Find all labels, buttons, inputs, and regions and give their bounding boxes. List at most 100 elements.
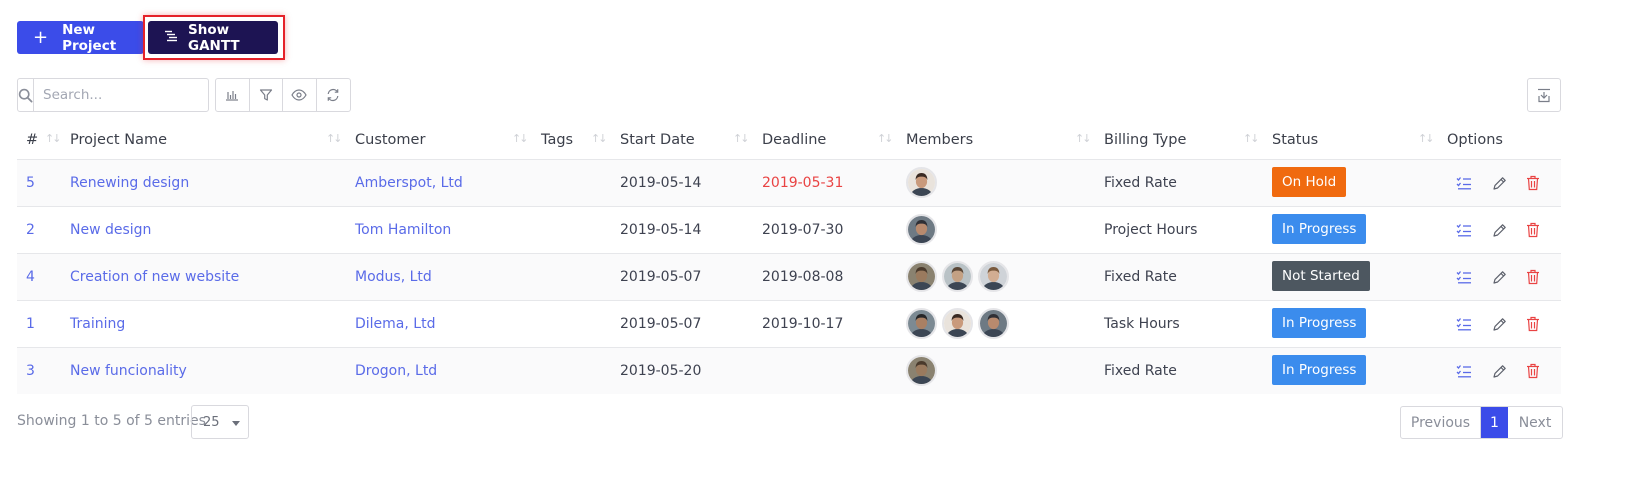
- row-divider: [17, 300, 1561, 301]
- row-divider: [17, 159, 1561, 160]
- billing-type-cell: Fixed Rate: [1104, 175, 1177, 191]
- row-divider: [17, 206, 1561, 207]
- status-badge: In Progress: [1272, 308, 1367, 338]
- start-date-cell: 2019-05-07: [620, 316, 702, 332]
- sort-icon: ↑↓: [512, 132, 529, 145]
- table-info: Showing 1 to 5 of 5 entries: [17, 413, 206, 429]
- plus-icon: +: [33, 26, 49, 48]
- customer-link[interactable]: Dilema, Ltd: [355, 316, 435, 332]
- pagination: Previous 1 Next: [1400, 406, 1563, 439]
- search-input[interactable]: [34, 79, 214, 111]
- col-header-id[interactable]: #: [26, 132, 38, 148]
- edit-icon[interactable]: [1490, 174, 1508, 192]
- start-date-cell: 2019-05-14: [620, 175, 702, 191]
- project-name-link[interactable]: New funcionality: [70, 363, 187, 379]
- member-avatar[interactable]: [906, 261, 937, 292]
- eye-icon[interactable]: [283, 79, 317, 111]
- trash-icon[interactable]: [1524, 362, 1542, 380]
- col-header-deadline[interactable]: Deadline: [762, 132, 826, 148]
- row-divider: [17, 253, 1561, 254]
- project-id-link[interactable]: 3: [26, 363, 35, 379]
- billing-type-cell: Fixed Rate: [1104, 269, 1177, 285]
- member-avatar[interactable]: [978, 308, 1009, 339]
- project-name-link[interactable]: Renewing design: [70, 175, 189, 191]
- billing-type-cell: Task Hours: [1104, 316, 1180, 332]
- deadline-cell: 2019-08-08: [762, 269, 844, 285]
- customer-link[interactable]: Drogon, Ltd: [355, 363, 437, 379]
- status-badge: Not Started: [1272, 261, 1370, 291]
- billing-type-cell: Fixed Rate: [1104, 363, 1177, 379]
- sort-icon: ↑↓: [1243, 132, 1260, 145]
- new-project-label: New Project: [62, 21, 117, 54]
- highlight-box: [143, 15, 285, 60]
- tasks-icon[interactable]: [1455, 315, 1473, 333]
- member-avatar[interactable]: [906, 355, 937, 386]
- trash-icon[interactable]: [1524, 221, 1542, 239]
- search-icon: [18, 79, 34, 111]
- export-icon: [1538, 88, 1550, 102]
- col-header-tags[interactable]: Tags: [541, 132, 573, 148]
- tasks-icon[interactable]: [1455, 362, 1473, 380]
- edit-icon[interactable]: [1490, 268, 1508, 286]
- start-date-cell: 2019-05-07: [620, 269, 702, 285]
- customer-link[interactable]: Amberspot, Ltd: [355, 175, 463, 191]
- page-1-button[interactable]: 1: [1481, 407, 1508, 438]
- col-header-project-name[interactable]: Project Name: [70, 132, 167, 148]
- export-button[interactable]: [1527, 78, 1561, 112]
- member-avatar[interactable]: [906, 308, 937, 339]
- start-date-cell: 2019-05-20: [620, 363, 702, 379]
- deadline-cell: 2019-05-31: [762, 175, 844, 191]
- row-divider: [17, 347, 1561, 348]
- previous-page-button[interactable]: Previous: [1401, 407, 1481, 438]
- col-header-options: Options: [1447, 132, 1503, 148]
- page-length-select[interactable]: 25: [191, 405, 249, 439]
- col-header-status[interactable]: Status: [1272, 132, 1318, 148]
- edit-icon[interactable]: [1490, 221, 1508, 239]
- filter-icon[interactable]: [250, 79, 283, 111]
- project-id-link[interactable]: 1: [26, 316, 35, 332]
- new-project-button[interactable]: + New Project: [17, 21, 144, 54]
- project-name-link[interactable]: Training: [70, 316, 125, 332]
- sort-icon: ↑↓: [1075, 132, 1092, 145]
- col-header-members[interactable]: Members: [906, 132, 973, 148]
- caret-down-icon: [231, 415, 240, 430]
- status-badge: On Hold: [1272, 167, 1347, 197]
- tasks-icon[interactable]: [1455, 221, 1473, 239]
- project-name-link[interactable]: New design: [70, 222, 151, 238]
- deadline-cell: 2019-07-30: [762, 222, 844, 238]
- edit-icon[interactable]: [1490, 315, 1508, 333]
- search-box: [17, 78, 214, 112]
- edit-icon[interactable]: [1490, 362, 1508, 380]
- tasks-icon[interactable]: [1455, 268, 1473, 286]
- col-header-start-date[interactable]: Start Date: [620, 132, 695, 148]
- project-id-link[interactable]: 2: [26, 222, 35, 238]
- sort-icon: ↑↓: [1418, 132, 1435, 145]
- member-avatar[interactable]: [942, 308, 973, 339]
- col-header-customer[interactable]: Customer: [355, 132, 425, 148]
- project-id-link[interactable]: 4: [26, 269, 35, 285]
- refresh-icon[interactable]: [317, 79, 350, 111]
- project-id-link[interactable]: 5: [26, 175, 35, 191]
- customer-link[interactable]: Tom Hamilton: [355, 222, 451, 238]
- status-badge: In Progress: [1272, 214, 1367, 244]
- trash-icon[interactable]: [1524, 268, 1542, 286]
- member-avatar[interactable]: [942, 261, 973, 292]
- sort-icon: ↑↓: [45, 132, 62, 145]
- customer-link[interactable]: Modus, Ltd: [355, 269, 432, 285]
- sort-icon: ↑↓: [877, 132, 894, 145]
- billing-type-cell: Project Hours: [1104, 222, 1198, 238]
- col-header-billing-type[interactable]: Billing Type: [1104, 132, 1186, 148]
- trash-icon[interactable]: [1524, 315, 1542, 333]
- deadline-cell: 2019-10-17: [762, 316, 844, 332]
- trash-icon[interactable]: [1524, 174, 1542, 192]
- chart-icon[interactable]: [216, 79, 250, 111]
- table-tools: [215, 78, 351, 112]
- member-avatar[interactable]: [978, 261, 1009, 292]
- tasks-icon[interactable]: [1455, 174, 1473, 192]
- project-name-link[interactable]: Creation of new website: [70, 269, 239, 285]
- member-avatar[interactable]: [906, 167, 937, 198]
- start-date-cell: 2019-05-14: [620, 222, 702, 238]
- next-page-button[interactable]: Next: [1508, 407, 1562, 438]
- member-avatar[interactable]: [906, 214, 937, 245]
- sort-icon: ↑↓: [326, 132, 343, 145]
